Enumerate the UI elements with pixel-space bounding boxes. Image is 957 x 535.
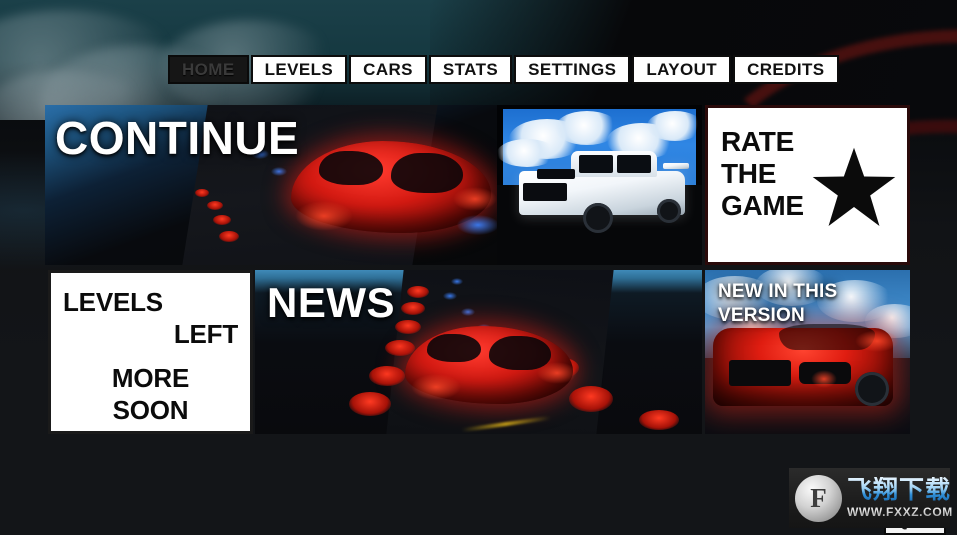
rate-the-game-text-block: RATE THE GAME xyxy=(721,126,804,223)
tile-new-in-this-version[interactable]: NEW IN THIS VERSION xyxy=(705,270,910,434)
star-icon xyxy=(812,147,896,226)
tile-truck-showcase[interactable] xyxy=(497,105,702,265)
game-main-menu: HOME LEVELS CARS STATS SETTINGS LAYOUT C… xyxy=(0,0,957,535)
watermark-text-block: 飞翔下载 WWW.FXXZ.COM xyxy=(842,477,953,519)
menu-tile-grid: CONTINUE RATE THE GAME LEVELS LEFT MORE … xyxy=(0,0,957,535)
rate-line-2: THE xyxy=(721,158,777,190)
version-line-2: VERSION xyxy=(718,304,805,326)
tile-news-title: NEWS xyxy=(267,279,395,326)
levels-line-1: LEVELS xyxy=(63,287,163,317)
rate-line-1: RATE xyxy=(721,126,794,157)
tile-rate-the-game[interactable]: RATE THE GAME xyxy=(705,105,910,265)
levels-line-4: SOON xyxy=(112,395,189,425)
watermark-site-url: WWW.FXXZ.COM xyxy=(847,505,953,519)
tile-continue-title: CONTINUE xyxy=(55,112,300,164)
rate-line-3: GAME xyxy=(721,190,804,222)
site-watermark: F 飞翔下载 WWW.FXXZ.COM xyxy=(789,468,953,528)
tile-continue[interactable]: CONTINUE xyxy=(45,105,500,265)
watermark-logo-icon: F xyxy=(795,474,842,522)
watermark-site-name: 飞翔下载 xyxy=(847,475,952,504)
levels-line-2: LEFT xyxy=(173,319,238,349)
tile-version-title: NEW IN THIS VERSION xyxy=(718,280,837,328)
levels-line-3: MORE xyxy=(111,363,190,393)
tile-news[interactable]: NEWS xyxy=(255,270,702,434)
tile-levels-left[interactable]: LEVELS LEFT MORE SOON xyxy=(48,270,253,434)
version-line-1: NEW IN THIS xyxy=(718,281,838,302)
